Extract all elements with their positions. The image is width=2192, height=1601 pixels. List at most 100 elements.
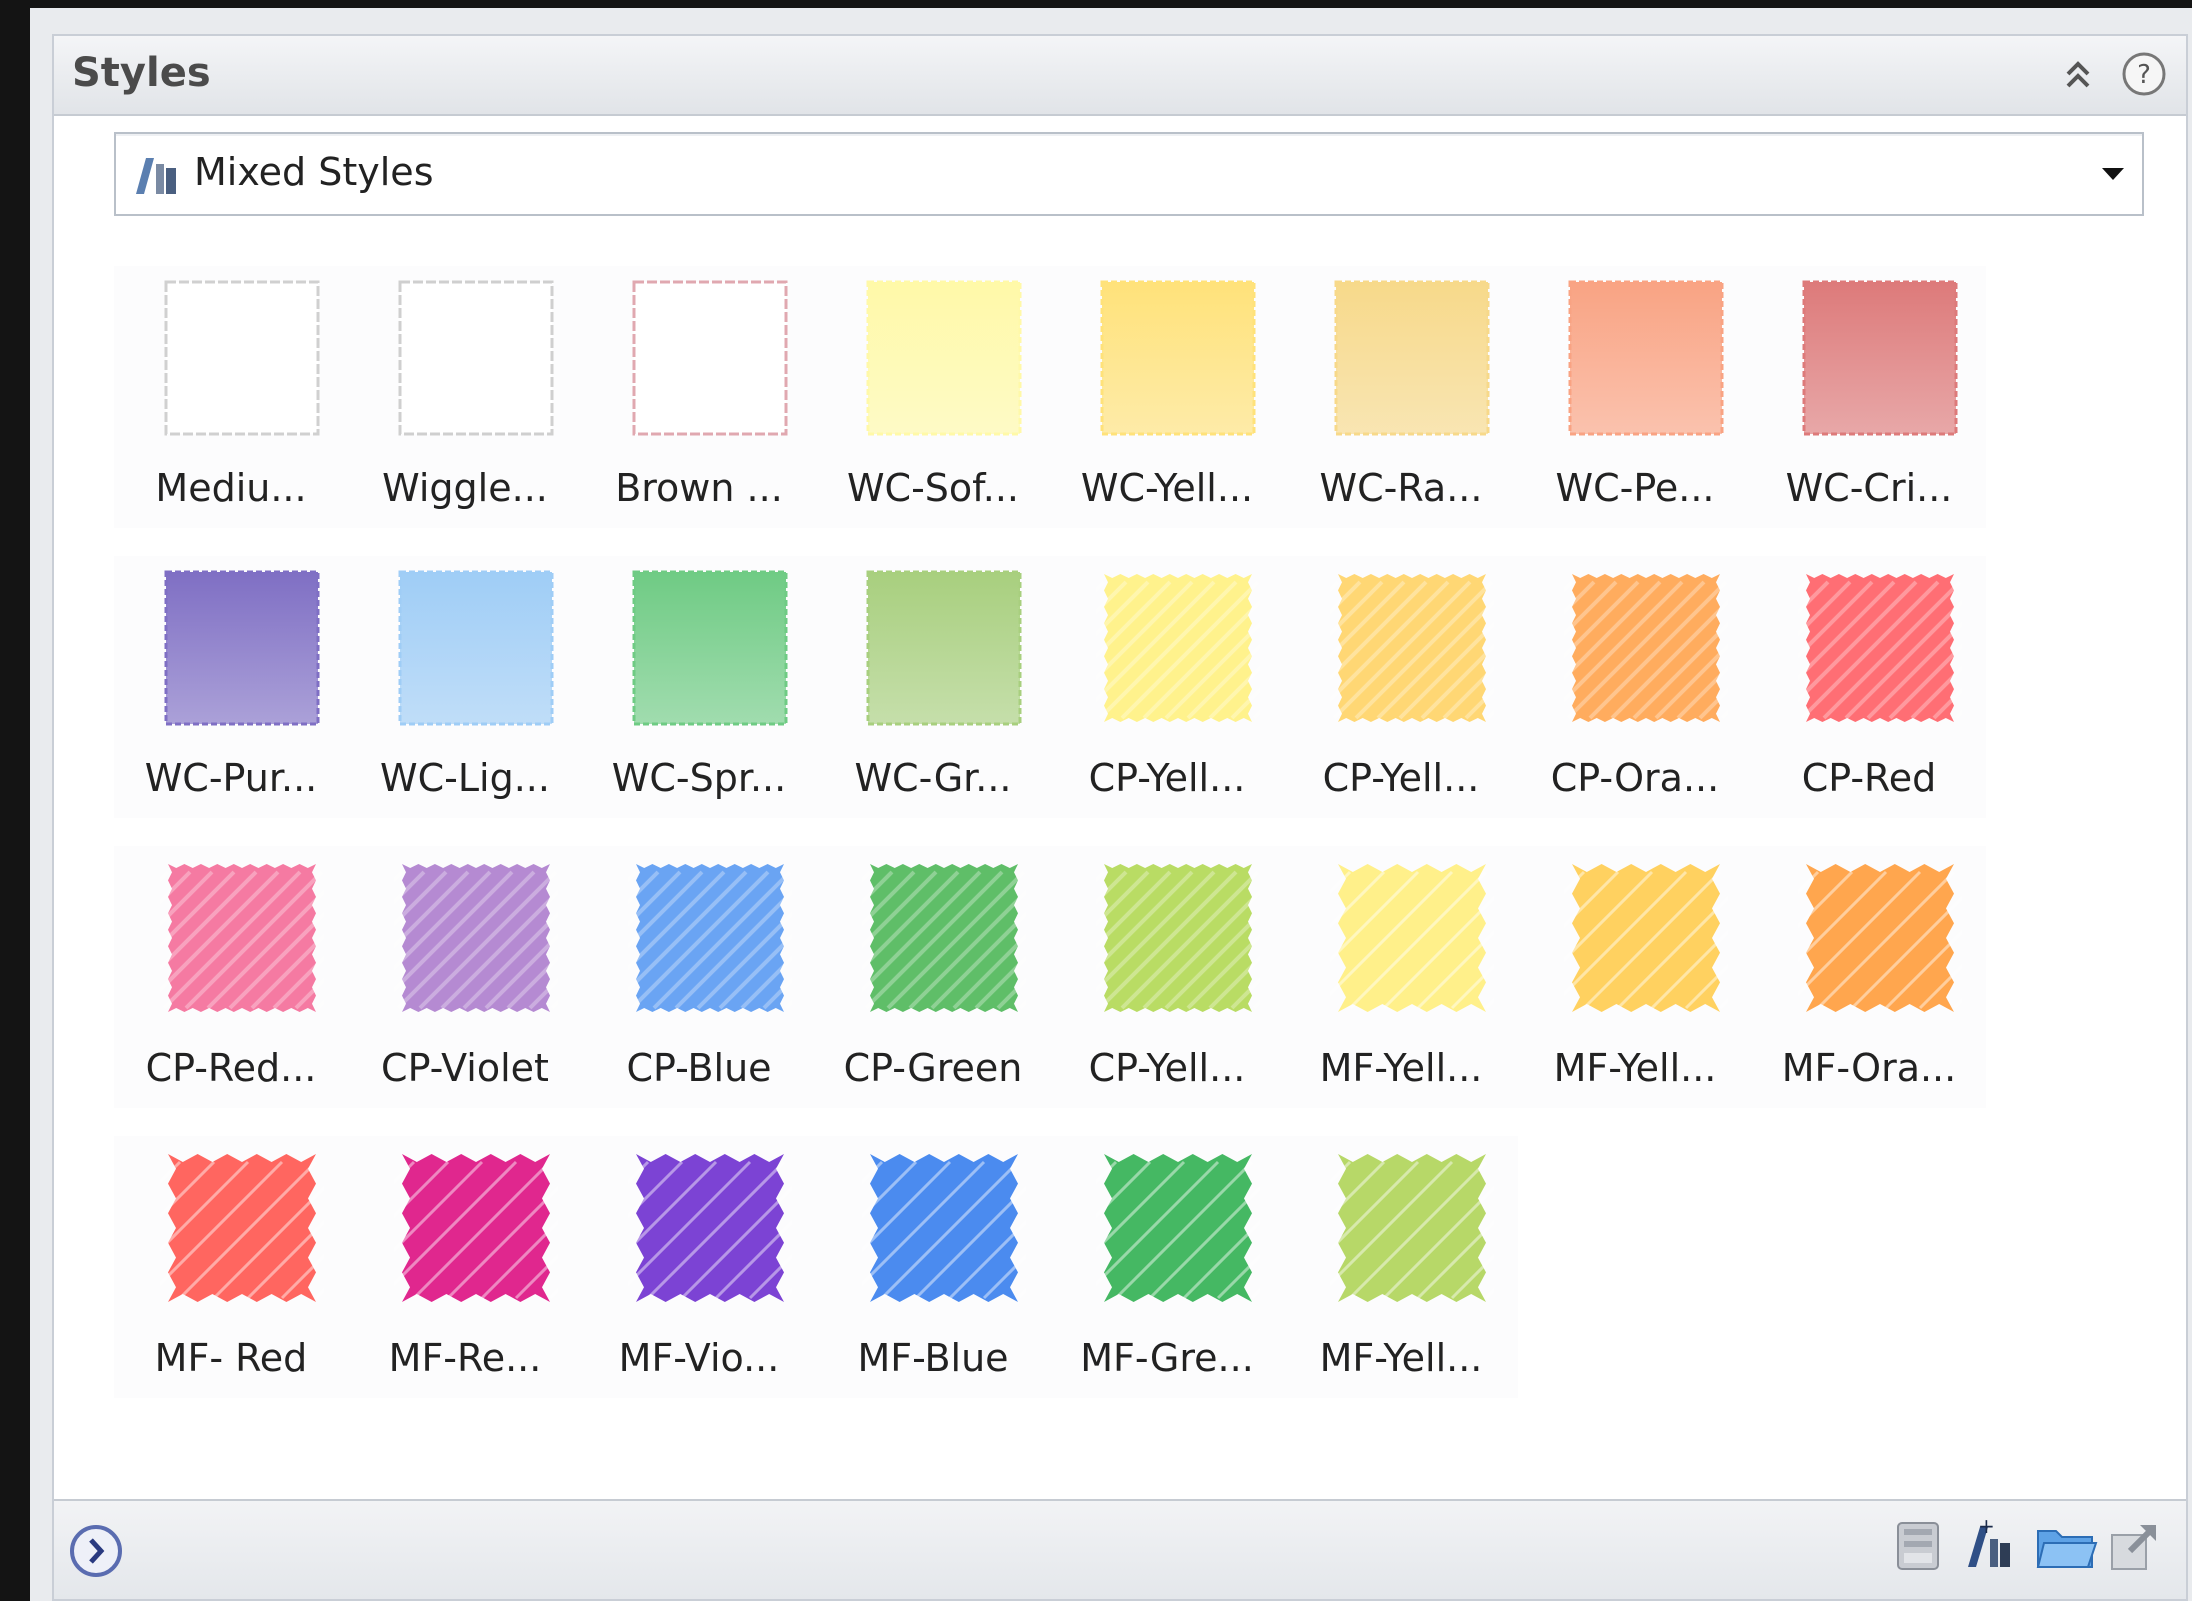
style-tile[interactable]: CP-Yell... — [1284, 556, 1518, 818]
style-tile[interactable]: WC-Pe... — [1518, 266, 1752, 528]
style-tile[interactable]: Mediu... — [114, 266, 348, 528]
style-tile[interactable]: MF-Re... — [348, 1136, 582, 1398]
styles-panel: Styles ? Mixed Styles Mediu... Wiggle...… — [52, 34, 2188, 1601]
double-chevron-up-icon[interactable] — [2058, 54, 2098, 94]
style-tile-label: CP-Yell... — [1088, 1046, 1246, 1090]
style-tile-label: CP-Blue — [626, 1046, 772, 1090]
export-icon[interactable] — [2106, 1517, 2162, 1575]
chevron-right-circle-icon[interactable] — [68, 1523, 124, 1579]
style-tile[interactable]: MF- Red — [114, 1136, 348, 1398]
style-swatch — [398, 280, 554, 436]
style-tile-label: WC-Yell... — [1080, 466, 1254, 510]
svg-text:?: ? — [2137, 60, 2151, 90]
style-swatch — [866, 570, 1022, 726]
style-tile[interactable]: Brown ... — [582, 266, 816, 528]
style-swatch — [1802, 280, 1958, 436]
style-tile-label: CP-Yell... — [1088, 756, 1246, 800]
style-tile[interactable]: WC-Lig... — [348, 556, 582, 818]
style-swatch — [160, 1154, 324, 1302]
style-tile[interactable]: WC-Gr... — [816, 556, 1050, 818]
dropdown-arrow-icon[interactable] — [2098, 162, 2128, 186]
style-swatch — [398, 570, 554, 726]
style-tile[interactable]: CP-Blue — [582, 846, 816, 1108]
style-swatch — [862, 864, 1026, 1012]
style-swatch — [1330, 864, 1494, 1012]
style-tile[interactable]: MF-Ora... — [1752, 846, 1986, 1108]
style-swatch — [1798, 574, 1962, 722]
style-tile-label: MF-Yell... — [1553, 1046, 1717, 1090]
style-tile[interactable]: WC-Yell... — [1050, 266, 1284, 528]
style-swatch — [1564, 574, 1728, 722]
style-tile-label: WC-Ra... — [1319, 466, 1483, 510]
style-tile-label: CP-Ora... — [1550, 756, 1720, 800]
style-tile-label: CP-Red — [1801, 756, 1937, 800]
style-tile-label: MF-Blue — [857, 1336, 1009, 1380]
style-swatch — [632, 280, 788, 436]
style-tile-label: MF-Ora... — [1781, 1046, 1957, 1090]
style-tile[interactable]: MF-Vio... — [582, 1136, 816, 1398]
svg-text:+: + — [1978, 1517, 1995, 1538]
style-tile-label: MF-Yell... — [1319, 1336, 1483, 1380]
style-swatch — [1334, 280, 1490, 436]
style-tile-label: CP-Red... — [145, 1046, 317, 1090]
styles-icon — [132, 154, 180, 198]
style-tile-label: CP-Violet — [381, 1046, 549, 1090]
style-tile[interactable]: Wiggle... — [348, 266, 582, 528]
style-tile[interactable]: WC-Spr... — [582, 556, 816, 818]
style-tile-label: MF-Yell... — [1319, 1046, 1483, 1090]
style-tile-label: CP-Green — [843, 1046, 1023, 1090]
style-tile-label: WC-Lig... — [380, 756, 550, 800]
style-swatch — [164, 570, 320, 726]
style-tile-label: WC-Cri... — [1785, 466, 1953, 510]
style-swatch — [160, 864, 324, 1012]
style-tile[interactable]: WC-Sof... — [816, 266, 1050, 528]
style-swatch — [628, 1154, 792, 1302]
style-swatch — [394, 1154, 558, 1302]
style-swatch — [1096, 574, 1260, 722]
style-tile[interactable]: CP-Violet — [348, 846, 582, 1108]
style-swatch — [1330, 1154, 1494, 1302]
save-style-icon[interactable] — [1890, 1517, 1946, 1575]
style-tile[interactable]: WC-Cri... — [1752, 266, 1986, 528]
style-tile[interactable]: WC-Pur... — [114, 556, 348, 818]
style-swatch — [394, 864, 558, 1012]
style-tile-label: WC-Spr... — [611, 756, 787, 800]
style-swatch — [1096, 864, 1260, 1012]
style-tile-label: MF-Gre... — [1080, 1336, 1254, 1380]
style-tile[interactable]: MF-Gre... — [1050, 1136, 1284, 1398]
styles-window: Styles ? Mixed Styles Mediu... Wiggle...… — [30, 8, 2192, 1601]
style-tile[interactable]: MF-Yell... — [1518, 846, 1752, 1108]
style-tile-label: Brown ... — [615, 466, 783, 510]
style-tile-label: WC-Gr... — [854, 756, 1012, 800]
help-icon[interactable]: ? — [2120, 50, 2168, 98]
style-swatch — [628, 864, 792, 1012]
style-tile-label: MF-Vio... — [618, 1336, 780, 1380]
open-folder-icon[interactable] — [2034, 1517, 2098, 1575]
style-tile[interactable]: CP-Yell... — [1050, 846, 1284, 1108]
dropdown-selected-value: Mixed Styles — [194, 150, 434, 194]
style-tile-label: WC-Pe... — [1555, 466, 1715, 510]
panel-header: Styles ? — [54, 36, 2186, 116]
style-swatch — [862, 1154, 1026, 1302]
style-swatch — [1330, 574, 1494, 722]
style-tile[interactable]: MF-Yell... — [1284, 1136, 1518, 1398]
style-swatch — [1564, 864, 1728, 1012]
new-style-icon[interactable]: + — [1962, 1514, 2018, 1575]
style-tile[interactable]: CP-Ora... — [1518, 556, 1752, 818]
style-tile[interactable]: CP-Green — [816, 846, 1050, 1108]
style-swatch — [866, 280, 1022, 436]
style-tile[interactable]: CP-Red... — [114, 846, 348, 1108]
style-swatch — [164, 280, 320, 436]
style-tile[interactable]: CP-Red — [1752, 556, 1986, 818]
style-tile-label: Mediu... — [155, 466, 307, 510]
style-tile[interactable]: MF-Blue — [816, 1136, 1050, 1398]
style-tile-label: WC-Pur... — [144, 756, 318, 800]
style-tile[interactable]: CP-Yell... — [1050, 556, 1284, 818]
style-swatch — [1100, 280, 1256, 436]
style-tile-label: MF- Red — [154, 1336, 308, 1380]
style-tile-label: CP-Yell... — [1322, 756, 1480, 800]
style-set-dropdown[interactable]: Mixed Styles — [114, 132, 2144, 216]
style-tile[interactable]: WC-Ra... — [1284, 266, 1518, 528]
panel-footer: + — [54, 1499, 2186, 1599]
style-tile[interactable]: MF-Yell... — [1284, 846, 1518, 1108]
